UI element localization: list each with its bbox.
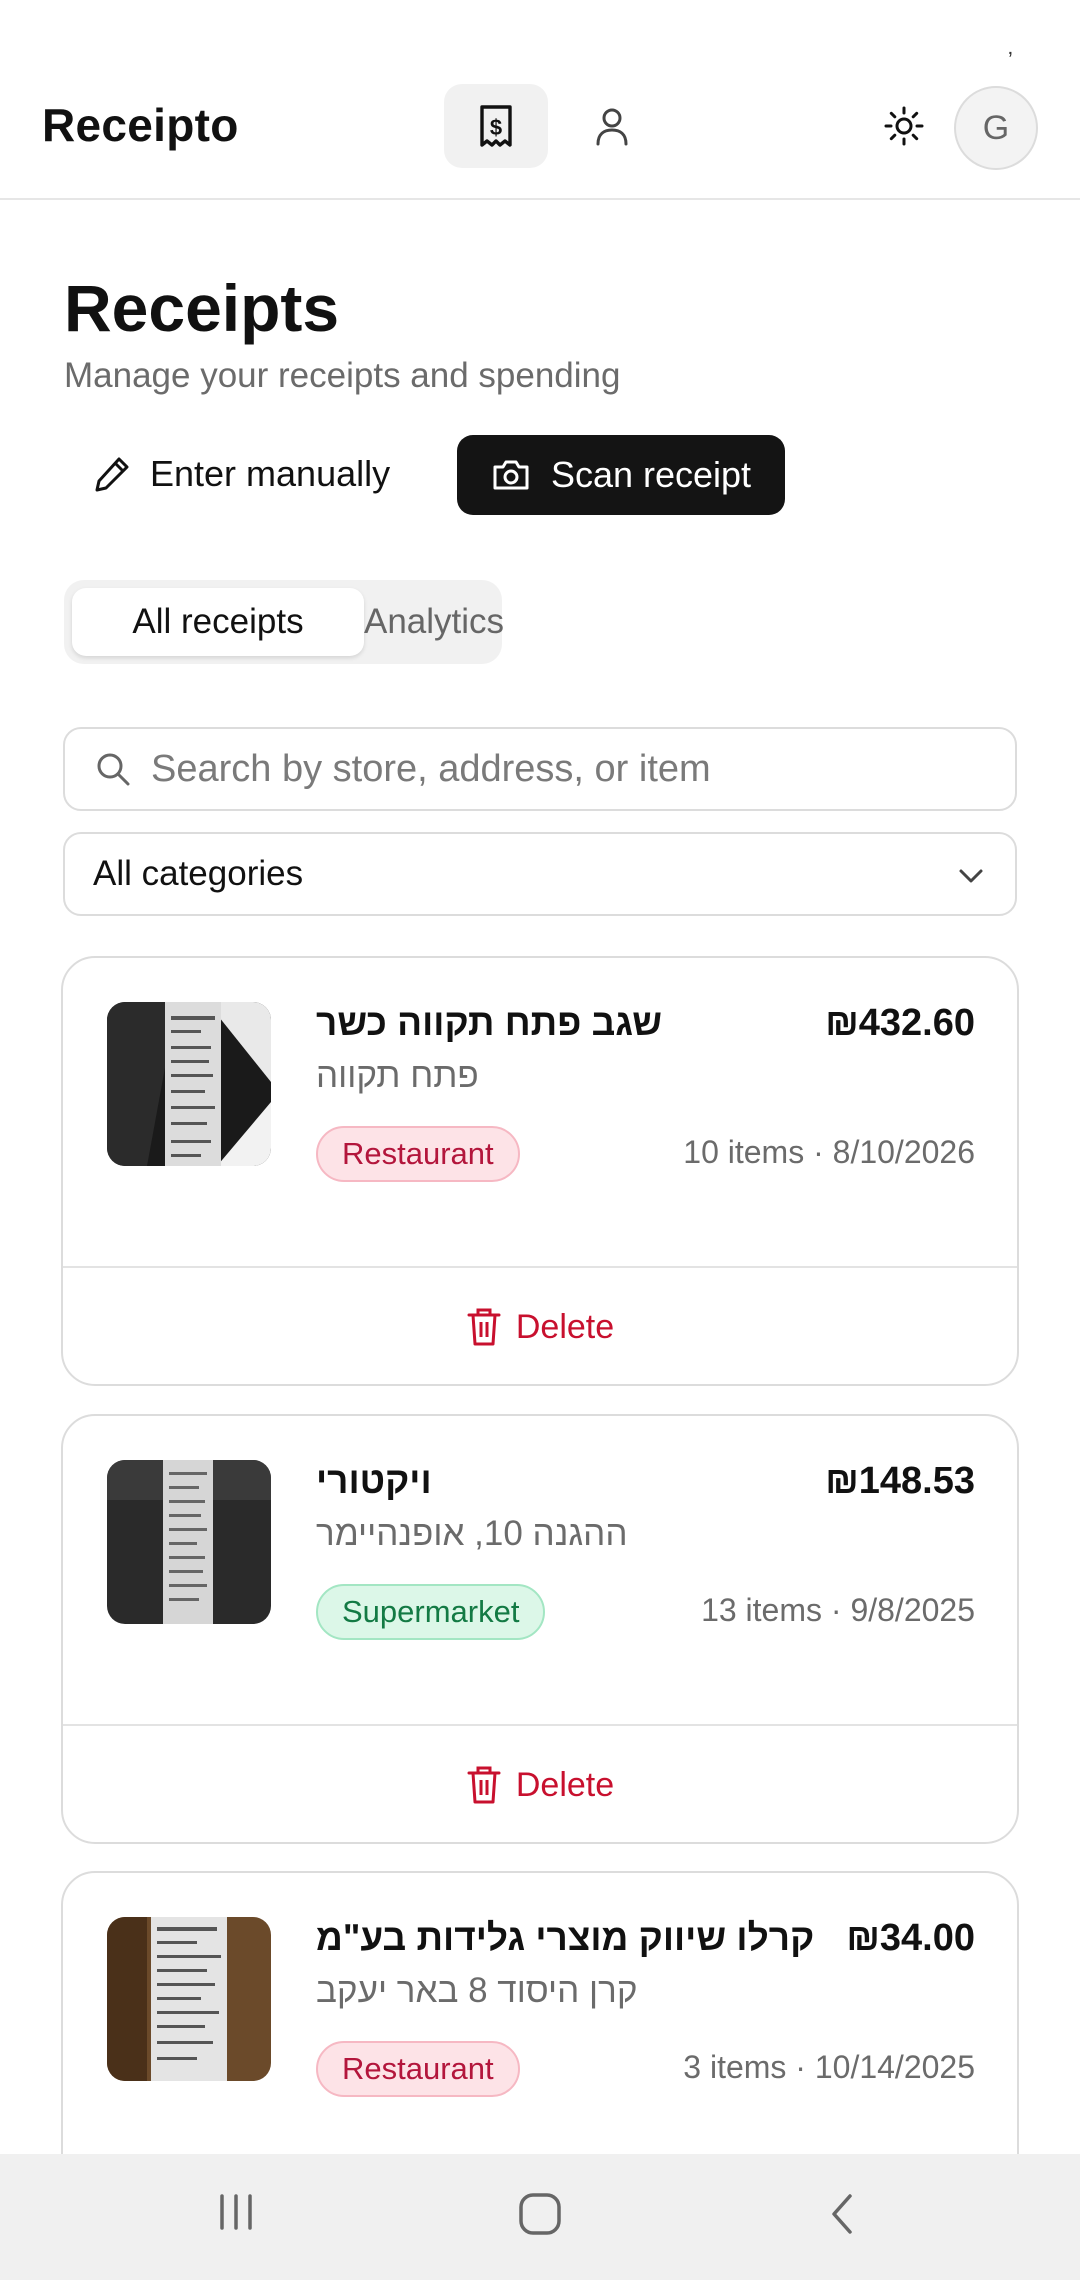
system-nav-bar bbox=[0, 2154, 1080, 2280]
receipt-thumbnail[interactable] bbox=[107, 1917, 271, 2081]
page-title: Receipts bbox=[64, 271, 340, 345]
receipt-total: ₪148.53 bbox=[825, 1460, 975, 1502]
enter-manually-button[interactable]: Enter manually bbox=[64, 434, 418, 514]
svg-text:$: $ bbox=[490, 115, 502, 140]
recent-apps-icon[interactable] bbox=[214, 2190, 258, 2234]
receipt-card[interactable]: ויקטורי ₪148.53 ההגנה 10, אופנהיימר Supe… bbox=[61, 1414, 1019, 1844]
nav-receipts-button[interactable]: $ bbox=[444, 84, 548, 168]
store-address: קרן היסוד 8 באר יעקב bbox=[316, 1971, 638, 2010]
tab-all-receipts[interactable]: All receipts bbox=[72, 588, 364, 656]
receipt-meta: 3 items · 10/14/2025 bbox=[683, 2049, 975, 2085]
store-address: ההגנה 10, אופנהיימר bbox=[316, 1514, 628, 1553]
delete-button[interactable]: Delete bbox=[63, 1726, 1017, 1842]
pencil-icon bbox=[95, 457, 129, 492]
user-icon bbox=[596, 108, 628, 146]
scan-receipt-button[interactable]: Scan receipt bbox=[457, 435, 785, 515]
camera-icon bbox=[493, 460, 529, 490]
search-icon bbox=[97, 753, 130, 786]
sun-icon bbox=[884, 106, 924, 146]
nav-profile-button[interactable] bbox=[560, 84, 664, 168]
search-input[interactable] bbox=[151, 747, 951, 791]
store-address: פתח תקווה bbox=[316, 1056, 479, 1095]
search-box[interactable] bbox=[63, 727, 1017, 811]
app-header: ʼ Receipto $ G bbox=[0, 0, 1080, 200]
receipt-total: ₪34.00 bbox=[846, 1917, 975, 1959]
receipt-thumbnail[interactable] bbox=[107, 1460, 271, 1624]
store-name: שגב פתח תקווה כשר bbox=[316, 1002, 663, 1043]
store-name: קרלו שיווק מוצרי גלידות בע"מ bbox=[316, 1917, 815, 1958]
back-icon[interactable] bbox=[822, 2190, 862, 2238]
page-subtitle: Manage your receipts and spending bbox=[64, 356, 621, 395]
theme-toggle-button[interactable] bbox=[872, 94, 936, 158]
tab-analytics[interactable]: Analytics bbox=[364, 588, 504, 656]
view-tabs: All receipts Analytics bbox=[64, 580, 504, 664]
receipt-card[interactable]: שגב פתח תקווה כשר ₪432.60 פתח תקווה Rest… bbox=[61, 956, 1019, 1386]
receipt-meta: 10 items · 8/10/2026 bbox=[683, 1134, 975, 1170]
chevron-down-icon bbox=[959, 869, 983, 883]
category-badge: Restaurant bbox=[316, 1126, 520, 1182]
trash-icon bbox=[467, 1308, 501, 1346]
delete-button[interactable]: Delete bbox=[63, 1268, 1017, 1384]
scan-receipt-label: Scan receipt bbox=[550, 454, 752, 495]
app-title: Receipto bbox=[42, 99, 239, 151]
category-select-value: All categories bbox=[93, 854, 304, 893]
avatar[interactable]: G bbox=[954, 86, 1038, 170]
receipt-icon: $ bbox=[480, 105, 512, 147]
category-select[interactable]: All categories bbox=[63, 832, 1017, 916]
receipt-meta: 13 items · 9/8/2025 bbox=[701, 1592, 975, 1628]
category-badge: Supermarket bbox=[316, 1584, 546, 1640]
receipt-thumbnail[interactable] bbox=[107, 1002, 271, 1166]
category-badge: Restaurant bbox=[316, 2041, 520, 2097]
delete-label: Delete bbox=[515, 1765, 615, 1804]
enter-manually-label: Enter manually bbox=[150, 453, 391, 494]
status-mark: ʼ bbox=[1008, 48, 1013, 73]
trash-icon bbox=[467, 1766, 501, 1804]
store-name: ויקטורי bbox=[316, 1460, 432, 1501]
delete-label: Delete bbox=[515, 1307, 615, 1346]
home-icon[interactable] bbox=[516, 2190, 564, 2238]
receipt-total: ₪432.60 bbox=[825, 1002, 975, 1044]
